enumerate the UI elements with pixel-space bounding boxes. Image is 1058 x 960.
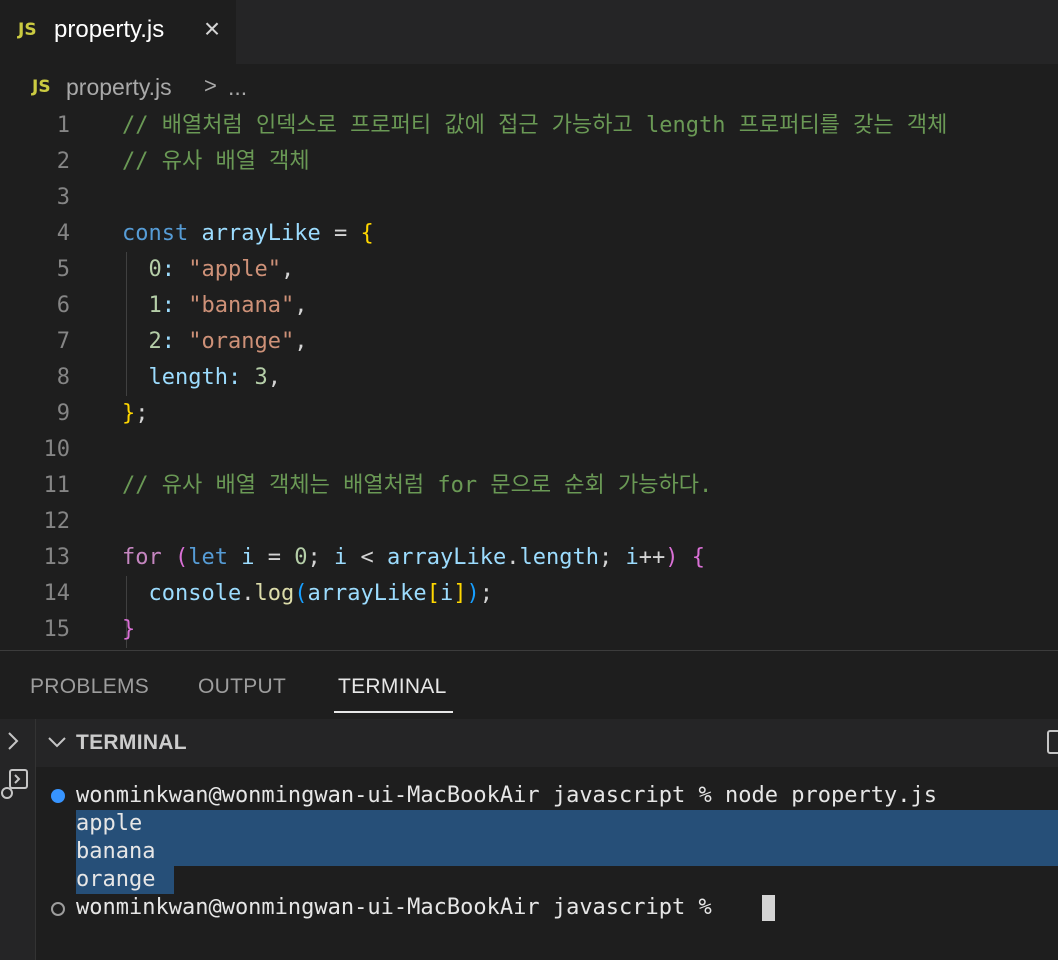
line-number: 12 <box>43 509 71 534</box>
chevron-right-icon: > <box>204 73 217 98</box>
line-number: 5 <box>56 257 70 282</box>
code-line-15: } <box>122 617 136 642</box>
code-editor[interactable]: 1 2 3 4 5 6 7 8 9 10 11 12 13 14 15 // 배… <box>0 108 1058 650</box>
breadcrumb-symbols[interactable]: ... <box>228 74 247 101</box>
line-number: 10 <box>43 437 71 462</box>
terminal-output-line: banana <box>76 839 156 864</box>
breadcrumb-file[interactable]: property.js <box>66 74 172 101</box>
line-number: 6 <box>56 293 70 318</box>
tab-problems[interactable]: PROBLEMS <box>30 675 149 699</box>
code-line-14: console.log(arrayLike[i]); <box>148 581 493 606</box>
line-number: 11 <box>43 473 71 498</box>
terminal-prompt-line: wonminkwan@wonmingwan-ui-MacBookAir java… <box>76 895 726 920</box>
chevron-right-icon[interactable] <box>4 729 22 753</box>
line-number: 9 <box>56 401 70 426</box>
line-number: 13 <box>43 545 71 570</box>
terminal-cursor <box>762 895 775 921</box>
close-icon[interactable]: × <box>198 14 226 46</box>
command-success-icon[interactable] <box>51 789 65 803</box>
code-line-2: // 유사 배열 객체 <box>122 149 310 174</box>
line-number: 8 <box>56 365 70 390</box>
javascript-file-icon: JS <box>32 77 51 97</box>
terminal-header: TERMINAL <box>36 719 1058 767</box>
selection-highlight <box>76 810 1058 866</box>
panel-tab-bar: PROBLEMS OUTPUT TERMINAL <box>0 651 1058 719</box>
breadcrumb: JS property.js > ... <box>0 64 1058 108</box>
new-terminal-icon[interactable] <box>1046 729 1058 755</box>
code-line-13: for (let i = 0; i < arrayLike.length; i+… <box>122 545 705 570</box>
terminal-output-line: apple <box>76 811 143 836</box>
code-line-5: 0: "apple", <box>148 257 295 282</box>
code-line-1: // 배열처럼 인덱스로 프로퍼티 값에 접근 가능하고 length 프로퍼티… <box>122 113 948 138</box>
terminal-output-line: orange <box>76 867 156 892</box>
terminal-side-strip <box>0 719 36 960</box>
editor-tab-bar: JS property.js × <box>0 0 1058 64</box>
tab-output[interactable]: OUTPUT <box>198 675 286 699</box>
code-line-6: 1: "banana", <box>148 293 308 318</box>
javascript-file-icon: JS <box>18 20 37 40</box>
command-pending-icon[interactable] <box>51 902 65 916</box>
terminal-header-title: TERMINAL <box>76 731 187 754</box>
code-line-9: }; <box>122 401 149 426</box>
code-line-11: // 유사 배열 객체는 배열처럼 for 문으로 순회 가능하다. <box>122 473 713 498</box>
code-line-7: 2: "orange", <box>148 329 308 354</box>
terminal-session-icon[interactable] <box>0 769 30 803</box>
line-number: 4 <box>56 221 70 246</box>
line-number: 14 <box>43 581 71 606</box>
terminal-output[interactable]: wonminkwan@wonmingwan-ui-MacBookAir java… <box>36 767 1058 960</box>
line-number: 15 <box>43 617 71 642</box>
line-number: 2 <box>56 149 70 174</box>
code-line-4: const arrayLike = { <box>122 221 374 246</box>
tab-title: property.js <box>54 16 165 43</box>
chevron-down-icon[interactable] <box>46 733 68 753</box>
line-number: 1 <box>56 113 70 138</box>
tab-property-js[interactable]: JS property.js × <box>0 0 236 64</box>
active-tab-indicator <box>334 711 453 713</box>
code-line-8: length: 3, <box>148 365 281 390</box>
terminal-command-line: wonminkwan@wonmingwan-ui-MacBookAir java… <box>76 783 937 808</box>
tab-terminal[interactable]: TERMINAL <box>338 675 447 699</box>
line-number: 3 <box>56 185 70 210</box>
line-number: 7 <box>56 329 70 354</box>
